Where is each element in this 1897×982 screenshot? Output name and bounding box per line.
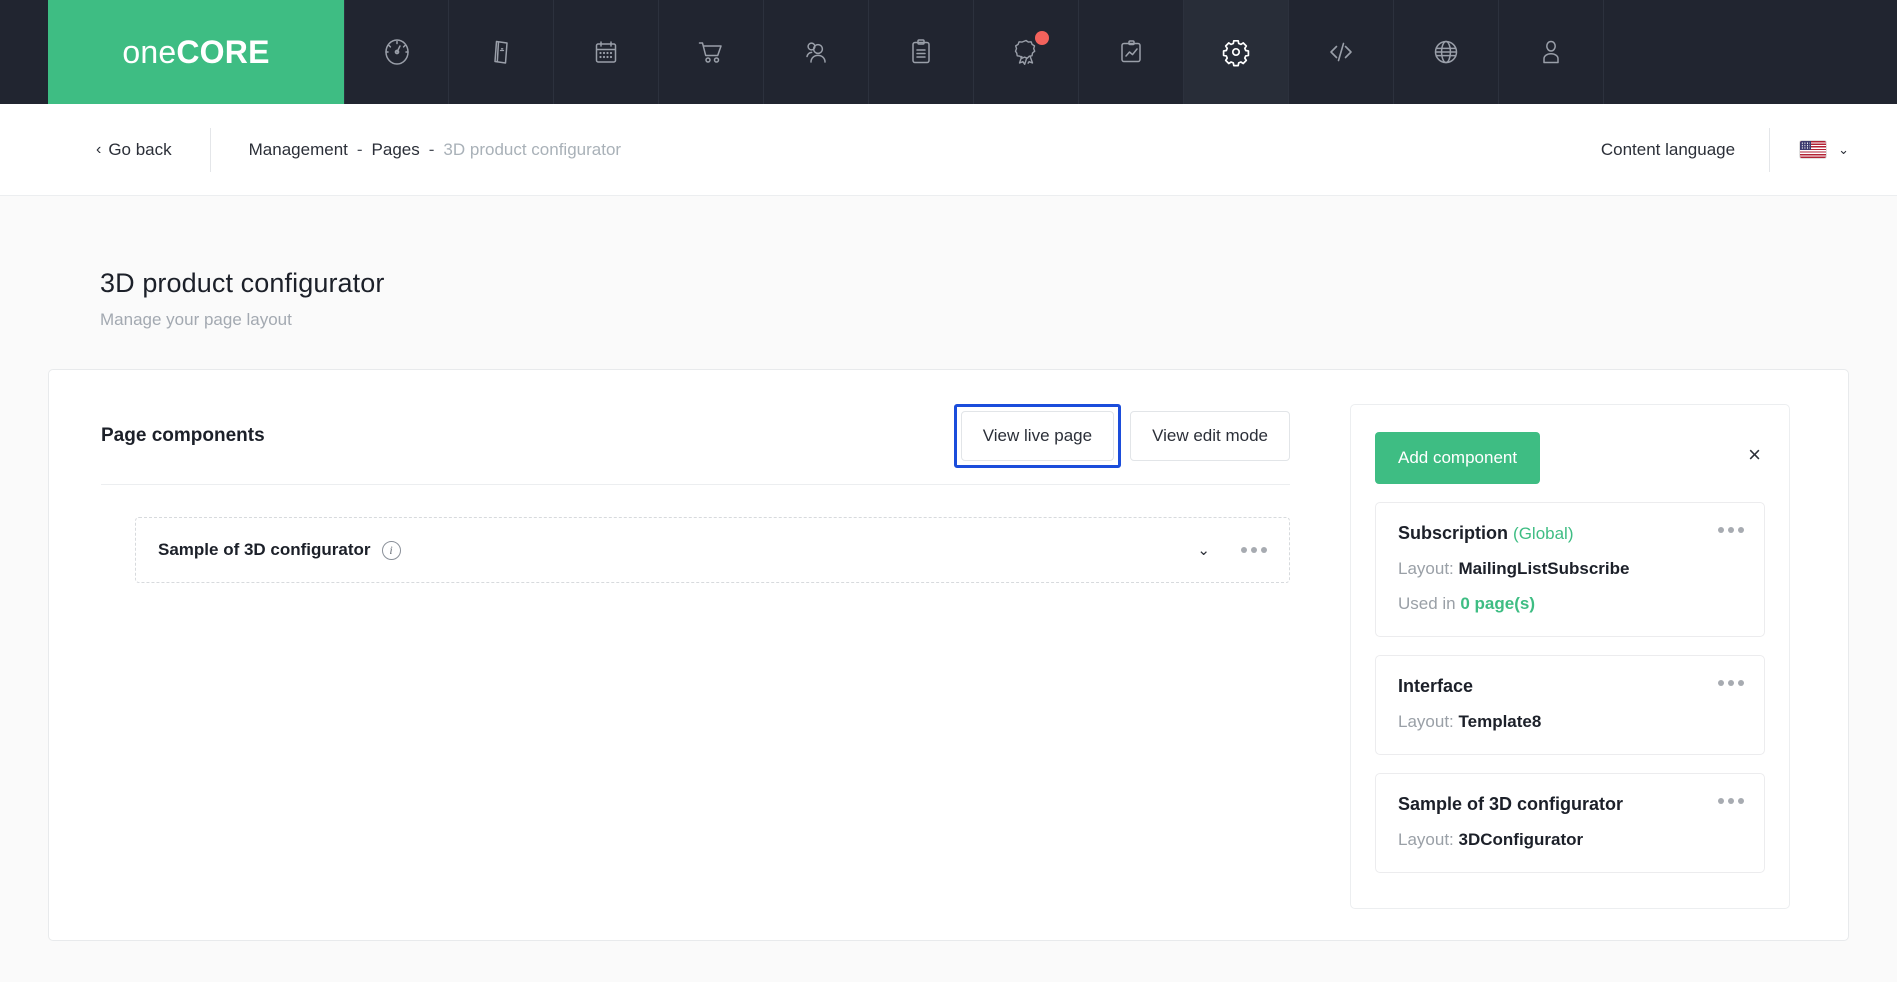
gear-icon (1222, 39, 1250, 67)
users-icon (806, 42, 826, 63)
view-edit-mode-button[interactable]: View edit mode (1130, 411, 1290, 461)
code-icon (1330, 42, 1352, 62)
usage-label: Used in (1398, 594, 1456, 613)
breadcrumb-separator: - (356, 139, 363, 159)
page-component-row-actions: ⌄ (1197, 541, 1267, 559)
view-live-page-button[interactable]: View live page (960, 411, 1115, 461)
report-chart-icon (1121, 40, 1141, 63)
language-divider (1769, 127, 1771, 172)
page-body: 3D product configurator Manage your page… (0, 196, 1897, 982)
go-back-button[interactable]: ‹ Go back (96, 140, 172, 160)
layout-label: Layout: (1398, 559, 1454, 578)
nav-item-calendar[interactable] (554, 0, 659, 104)
go-back-label: Go back (108, 139, 172, 159)
page-component-row[interactable]: Sample of 3D configurator i ⌄ (135, 517, 1290, 583)
content-language-label: Content language (1600, 139, 1736, 159)
component-card-layout: Layout: MailingListSubscribe (1398, 559, 1742, 579)
more-options-icon[interactable] (1241, 547, 1267, 553)
more-options-icon[interactable] (1718, 680, 1744, 686)
layout-value: 3DConfigurator (1458, 830, 1584, 849)
chevron-left-icon: ‹ (96, 140, 102, 158)
breadcrumb-item-management[interactable]: Management (249, 140, 348, 160)
layout-label: Layout: (1398, 830, 1454, 849)
notification-badge (1035, 31, 1049, 45)
page-component-list: Sample of 3D configurator i ⌄ (49, 485, 1320, 583)
chevron-down-icon[interactable]: ⌄ (1197, 541, 1210, 559)
top-navigation-bar: oneCORE (0, 0, 1897, 104)
page-components-title: Page components (101, 425, 265, 446)
more-options-icon[interactable] (1718, 798, 1744, 804)
flag-canton (1800, 141, 1812, 150)
nav-item-website[interactable] (1394, 0, 1499, 104)
add-component-panel: Add component × Subscription (Global) La… (1350, 404, 1790, 909)
clipboard-icon (912, 39, 930, 64)
page-header: 3D product configurator Manage your page… (48, 196, 1849, 330)
page-subtitle: Manage your page layout (100, 310, 292, 329)
component-card-layout: Layout: Template8 (1398, 712, 1742, 732)
component-card-title: Interface (1398, 676, 1742, 697)
nav-item-achievements[interactable] (974, 0, 1079, 104)
component-card-title: Sample of 3D configurator (1398, 794, 1742, 815)
nav-item-tasks[interactable] (869, 0, 974, 104)
view-live-page-focus-ring: View live page (953, 404, 1122, 468)
calendar-icon (595, 41, 617, 63)
component-card-name: Sample of 3D configurator (1398, 794, 1624, 814)
nav-item-pages[interactable] (449, 0, 554, 104)
content-language-selector: Content language ⌄ (1600, 127, 1849, 172)
layout-value: MailingListSubscribe (1458, 559, 1630, 578)
main-content-card: Page components View live page View edit… (48, 369, 1849, 941)
pages-icon (494, 40, 508, 64)
speedometer-icon (384, 39, 409, 65)
nav-item-reports[interactable] (1079, 0, 1184, 104)
page-components-header: Page components View live page View edit… (49, 404, 1320, 468)
brand-logo-text: oneCORE (122, 34, 269, 71)
add-component-section: Add component × Subscription (Global) La… (1320, 370, 1848, 940)
us-flag-icon[interactable] (1800, 141, 1827, 158)
component-card-tag: (Global) (1513, 524, 1574, 543)
breadcrumb-item-current: 3D product configurator (443, 139, 622, 159)
nav-item-settings[interactable] (1184, 0, 1289, 104)
add-component-button[interactable]: Add component (1375, 432, 1541, 484)
globe-icon (1434, 40, 1458, 64)
component-card-usage: Used in 0 page(s) (1398, 594, 1742, 614)
view-buttons-group: View live page View edit mode (953, 404, 1290, 468)
user-icon (1543, 40, 1559, 64)
brand-logo[interactable]: oneCORE (48, 0, 344, 104)
layout-label: Layout: (1398, 712, 1454, 731)
chevron-down-icon[interactable]: ⌄ (1838, 142, 1849, 158)
breadcrumb-item-pages[interactable]: Pages (372, 140, 420, 160)
breadcrumb-divider (209, 127, 211, 172)
component-card-layout: Layout: 3DConfigurator (1398, 830, 1742, 850)
breadcrumb-separator: - (428, 139, 435, 159)
close-icon[interactable]: × (1748, 432, 1765, 466)
breadcrumb-bar: ‹ Go back Management - Pages - 3D produc… (0, 104, 1897, 196)
brand-logo-bold: CORE (176, 33, 270, 70)
available-component-card[interactable]: Subscription (Global) Layout: MailingLis… (1375, 502, 1765, 637)
more-options-icon[interactable] (1718, 527, 1744, 533)
breadcrumb: Management - Pages - 3D product configur… (249, 140, 621, 160)
available-component-card[interactable]: Interface Layout: Template8 (1375, 655, 1765, 755)
nav-item-shop[interactable] (659, 0, 764, 104)
page-component-name: Sample of 3D configurator (158, 540, 371, 559)
layout-value: Template8 (1458, 712, 1542, 731)
nav-item-developer[interactable] (1289, 0, 1394, 104)
available-component-card[interactable]: Sample of 3D configurator Layout: 3DConf… (1375, 773, 1765, 873)
nav-item-customers[interactable] (764, 0, 869, 104)
component-card-title: Subscription (Global) (1398, 523, 1742, 544)
brand-logo-light: one (122, 33, 177, 70)
usage-value: 0 page(s) (1460, 594, 1536, 613)
info-icon[interactable]: i (381, 540, 401, 560)
nav-item-dashboard[interactable] (344, 0, 449, 104)
component-card-name: Interface (1398, 676, 1474, 696)
nav-item-list (344, 0, 1604, 104)
shopping-cart-icon (698, 42, 722, 63)
add-component-header: Add component × (1375, 432, 1765, 484)
component-card-name: Subscription (1398, 523, 1509, 543)
nav-item-account[interactable] (1499, 0, 1604, 104)
page-title: 3D product configurator (100, 268, 385, 298)
page-components-section: Page components View live page View edit… (49, 370, 1320, 940)
